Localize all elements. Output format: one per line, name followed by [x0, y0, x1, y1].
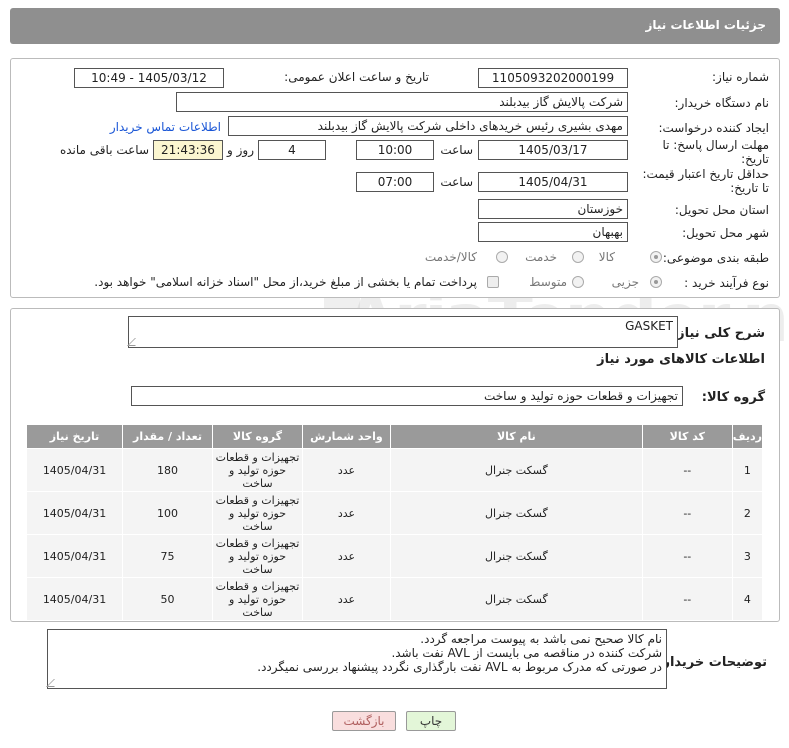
buyer-notes-textarea[interactable]: نام کالا صحیح نمی باشد به پیوست مراجعه گ…: [46, 629, 667, 689]
cell-unit: عدد: [301, 491, 391, 535]
remaining-label: ساعت باقی مانده: [59, 143, 149, 157]
cell-unit: عدد: [301, 448, 391, 492]
cell-group: تجهیزات و قطعات حوزه تولید و ساخت: [212, 491, 303, 535]
buyer-org-field: شرکت پالایش گاز بیدبلند: [176, 92, 628, 112]
cell-index: 1: [731, 448, 764, 492]
cell-code: --: [641, 491, 733, 535]
cell-index: 2: [731, 491, 764, 535]
cell-date: 1405/04/31: [25, 491, 124, 535]
category-label: طبقه بندی موضوعی:: [662, 251, 769, 265]
validity-date-field: 1405/04/31: [478, 172, 628, 192]
cell-qty: 100: [122, 491, 213, 535]
validity-time-field: 07:00: [356, 172, 434, 192]
buyer-contact-link[interactable]: اطلاعات تماس خریدار: [110, 120, 221, 134]
cell-qty: 75: [122, 534, 213, 578]
col-name: نام کالا: [389, 424, 643, 449]
cell-code: --: [641, 577, 733, 621]
days-count-field: 4: [258, 140, 326, 160]
buyer-org-label: نام دستگاه خریدار:: [674, 96, 770, 110]
cell-qty: 180: [122, 448, 213, 492]
cell-name: گسکت جنرال: [389, 491, 643, 535]
process-minor-label: جزیی: [611, 275, 639, 289]
process-minor-radio[interactable]: [650, 276, 662, 288]
category-goods-service-label: کالا/خدمت: [424, 250, 477, 264]
category-service-label: خدمت: [525, 250, 557, 264]
validity-time-label: ساعت: [440, 175, 473, 189]
need-number-label: شماره نیاز:: [712, 70, 769, 84]
category-goods-radio[interactable]: [650, 251, 662, 263]
process-medium-radio[interactable]: [572, 276, 584, 288]
city-label: شهر محل تحویل:: [682, 226, 769, 240]
deadline-label: مهلت ارسال پاسخ: تا تاریخ:: [662, 138, 769, 166]
cell-code: --: [641, 448, 733, 492]
cell-name: گسکت جنرال: [389, 577, 643, 621]
col-group: گروه کالا: [212, 424, 303, 449]
table-row: 3 -- گسکت جنرال عدد تجهیزات و قطعات حوزه…: [25, 534, 764, 578]
cell-index: 4: [731, 577, 764, 621]
process-label: نوع فرآیند خرید :: [684, 276, 769, 290]
table-row: 4 -- گسکت جنرال عدد تجهیزات و قطعات حوزه…: [25, 577, 764, 621]
page-header: جزئیات اطلاعات نیاز: [10, 8, 780, 44]
creator-field: مهدی بشیری رئیس خریدهای داخلی شرکت پالای…: [228, 116, 628, 136]
announce-field: 1405/03/12 - 10:49: [74, 68, 224, 88]
need-number-field: 1105093202000199: [478, 68, 628, 88]
table-row: 1 -- گسکت جنرال عدد تجهیزات و قطعات حوزه…: [25, 448, 764, 492]
summary-textarea[interactable]: GASKET: [127, 316, 678, 348]
cell-unit: عدد: [301, 577, 391, 621]
cell-group: تجهیزات و قطعات حوزه تولید و ساخت: [212, 534, 303, 578]
table-header-row: ردیف کد کالا نام کالا واحد شمارش گروه کا…: [25, 424, 764, 449]
cell-date: 1405/04/31: [25, 448, 124, 492]
page-title: جزئیات اطلاعات نیاز: [645, 18, 766, 32]
treasury-checkbox[interactable]: [487, 276, 499, 288]
col-index: ردیف: [731, 424, 764, 449]
category-goods-service-radio[interactable]: [496, 251, 508, 263]
back-button[interactable]: بازگشت: [332, 711, 396, 731]
deadline-time-field: 10:00: [356, 140, 434, 160]
province-field: خوزستان: [478, 199, 628, 219]
province-label: استان محل تحویل:: [674, 203, 769, 217]
announce-label: تاریخ و ساعت اعلان عمومی:: [284, 70, 429, 84]
cell-unit: عدد: [301, 534, 391, 578]
col-qty: تعداد / مقدار: [122, 424, 213, 449]
category-service-radio[interactable]: [572, 251, 584, 263]
resize-grip-icon: [46, 679, 62, 687]
process-medium-label: متوسط: [529, 275, 567, 289]
table-row: 2 -- گسکت جنرال عدد تجهیزات و قطعات حوزه…: [25, 491, 764, 535]
remaining-time-field: 21:43:36: [153, 140, 223, 160]
cell-group: تجهیزات و قطعات حوزه تولید و ساخت: [212, 577, 303, 621]
payment-note: پرداخت تمام یا بخشی از مبلغ خرید،از محل …: [94, 275, 477, 289]
col-date: تاریخ نیاز: [25, 424, 124, 449]
goods-info-title: اطلاعات کالاهای مورد نیاز: [597, 352, 765, 367]
deadline-time-label: ساعت: [440, 143, 473, 157]
cell-qty: 50: [122, 577, 213, 621]
cell-code: --: [641, 534, 733, 578]
creator-label: ایجاد کننده درخواست:: [658, 121, 769, 135]
cell-name: گسکت جنرال: [389, 448, 643, 492]
goods-group-field: تجهیزات و قطعات حوزه تولید و ساخت: [131, 386, 683, 406]
goods-table: ردیف کد کالا نام کالا واحد شمارش گروه کا…: [25, 424, 764, 621]
cell-name: گسکت جنرال: [389, 534, 643, 578]
validity-label: حداقل تاریخ اعتبار قیمت: تا تاریخ:: [642, 167, 769, 195]
buyer-notes-line-2: شرکت کننده در مناقصه می بایست از AVL نفت…: [391, 646, 662, 660]
resize-grip-icon: [127, 338, 143, 346]
print-button[interactable]: چاپ: [406, 711, 456, 731]
buyer-notes-line-1: نام کالا صحیح نمی باشد به پیوست مراجعه گ…: [420, 632, 662, 646]
summary-value: GASKET: [625, 319, 673, 333]
col-unit: واحد شمارش: [301, 424, 391, 449]
cell-date: 1405/04/31: [25, 577, 124, 621]
days-label: روز و: [227, 143, 254, 157]
buyer-notes-line-3: در صورتی که مدرک مربوط به AVL نفت بارگذا…: [257, 660, 662, 674]
cell-index: 3: [731, 534, 764, 578]
category-goods-label: کالا: [598, 250, 615, 264]
city-field: بهبهان: [478, 222, 628, 242]
cell-group: تجهیزات و قطعات حوزه تولید و ساخت: [212, 448, 303, 492]
cell-date: 1405/04/31: [25, 534, 124, 578]
buyer-notes-label: توضیحات خریدار:: [657, 655, 767, 670]
deadline-date-field: 1405/03/17: [478, 140, 628, 160]
summary-label: شرح کلی نیاز:: [671, 326, 765, 341]
goods-group-label: گروه کالا:: [701, 390, 765, 405]
col-code: کد کالا: [641, 424, 733, 449]
